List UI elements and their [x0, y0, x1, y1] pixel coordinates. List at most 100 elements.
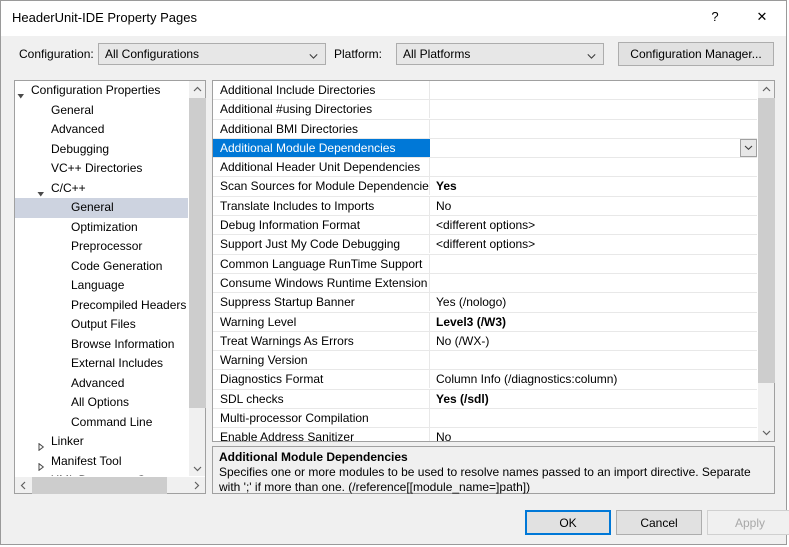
tree-item[interactable]: Debugging [15, 140, 190, 160]
tree-item[interactable]: General [15, 198, 190, 218]
expander-expanded-icon[interactable] [37, 185, 45, 196]
property-name: Additional BMI Directories [213, 119, 430, 138]
tree-item-label: External Includes [71, 356, 164, 370]
property-value [432, 120, 757, 138]
scroll-right-icon[interactable] [188, 477, 205, 494]
tree-item[interactable]: External Includes [15, 354, 190, 374]
scroll-up-icon[interactable] [189, 81, 206, 98]
property-row[interactable]: Multi-processor Compilation [213, 409, 757, 429]
expander-collapsed-icon[interactable] [37, 438, 45, 452]
tree-item[interactable]: All Options [15, 393, 190, 413]
tree-item-label: Output Files [71, 317, 136, 331]
property-row[interactable]: Additional BMI Directories [213, 119, 757, 139]
property-name: Treat Warnings As Errors [213, 331, 430, 350]
tree-item[interactable]: Manifest Tool [15, 452, 190, 472]
tree-item[interactable]: Code Generation [15, 257, 190, 277]
tree-item[interactable]: VC++ Directories [15, 159, 190, 179]
property-value: Level3 (/W3) [436, 314, 507, 329]
property-value [432, 255, 757, 273]
property-name: Diagnostics Format [213, 370, 430, 389]
apply-button[interactable]: Apply [707, 510, 789, 535]
tree-item-label: Linker [51, 434, 84, 448]
configuration-manager-button[interactable]: Configuration Manager... [618, 42, 774, 66]
tree-item[interactable]: Preprocessor [15, 237, 190, 257]
property-row[interactable]: Additional Header Unit Dependencies [213, 158, 757, 178]
scroll-up-icon[interactable] [758, 81, 775, 98]
property-value [432, 351, 757, 369]
cancel-button[interactable]: Cancel [616, 510, 702, 535]
tree-item[interactable]: Browse Information [15, 335, 190, 355]
property-row[interactable]: Additional Module Dependencies [213, 138, 757, 159]
grid-vertical-scrollbar[interactable] [757, 81, 775, 441]
property-row[interactable]: Common Language RunTime Support [213, 254, 757, 274]
property-row[interactable]: Warning Version [213, 351, 757, 371]
property-row[interactable]: Enable Address Sanitizer No [213, 428, 757, 441]
property-value: No [436, 198, 452, 213]
platform-label: Platform: [334, 47, 383, 61]
property-value-editor[interactable] [430, 138, 757, 157]
configuration-dropdown[interactable]: All Configurations [98, 43, 326, 65]
property-pages-dialog: HeaderUnit-IDE Property Pages ? ✕ Config… [0, 0, 789, 545]
tree-horizontal-scrollbar[interactable] [15, 476, 205, 494]
property-name: Suppress Startup Banner [213, 293, 430, 312]
tree-item-label: Language [71, 278, 125, 292]
property-row[interactable]: Diagnostics Format Column Info (/diagnost… [213, 370, 757, 390]
property-value-editor-text [434, 139, 757, 157]
tree-item-label: Browse Information [71, 336, 175, 351]
tree-vertical-scrollbar[interactable] [188, 81, 206, 477]
tree-item-label: Advanced [71, 375, 125, 390]
platform-dropdown[interactable]: All Platforms [396, 43, 604, 65]
tree-item[interactable]: Optimization [15, 218, 190, 238]
property-name: Translate Includes to Imports [213, 196, 430, 215]
tree-item[interactable]: General [15, 101, 190, 121]
tree-item[interactable]: Advanced [15, 120, 190, 140]
description-title: Additional Module Dependencies [219, 450, 408, 464]
property-row[interactable]: Warning Level Level3 (/W3) [213, 312, 757, 332]
ok-button[interactable]: OK [525, 510, 611, 535]
tree-item-label: Configuration Properties [31, 83, 161, 97]
close-button[interactable]: ✕ [739, 1, 785, 31]
property-row[interactable]: Treat Warnings As Errors No (/WX-) [213, 331, 757, 352]
window-title: HeaderUnit-IDE Property Pages [12, 10, 197, 25]
close-icon: ✕ [756, 8, 768, 24]
property-name: Additional Module Dependencies [213, 138, 430, 157]
scroll-down-icon[interactable] [758, 424, 775, 441]
scroll-down-icon[interactable] [189, 460, 206, 477]
expander-expanded-icon[interactable] [17, 87, 25, 99]
property-name: Additional Header Unit Dependencies [213, 158, 430, 177]
property-row[interactable]: Translate Includes to Imports No [213, 196, 757, 217]
property-name: Warning Level [213, 312, 430, 331]
tree-item[interactable]: Advanced [15, 374, 190, 394]
tree-scrollbar-thumb[interactable] [189, 98, 206, 408]
expander-collapsed-icon[interactable] [37, 458, 45, 471]
property-row[interactable]: Scan Sources for Module Dependencies Yes [213, 177, 757, 197]
property-value [432, 81, 757, 99]
property-value: <different options> [436, 218, 536, 233]
tree-item[interactable]: C/C++ [15, 179, 190, 199]
grid-scrollbar-thumb[interactable] [758, 98, 775, 383]
scroll-left-icon[interactable] [15, 477, 32, 494]
property-value: Yes (/nologo) [436, 295, 507, 310]
property-name: Scan Sources for Module Dependencies [213, 177, 430, 196]
property-value-dropdown-button[interactable] [740, 138, 757, 157]
configuration-properties-tree: Configuration Properties General Advanced D… [14, 80, 206, 494]
property-row[interactable]: Support Just My Code Debugging <different… [213, 235, 757, 255]
tree-item[interactable]: Output Files [15, 315, 190, 335]
tree-item-label: VC++ Directories [51, 161, 143, 175]
tree-item[interactable]: Command Line [15, 413, 190, 433]
tree-item[interactable]: Language [15, 276, 190, 296]
property-row[interactable]: Additional #using Directories [213, 100, 757, 120]
tree-item[interactable]: Linker [15, 432, 190, 452]
property-row[interactable]: SDL checks Yes (/sdl) [213, 389, 757, 410]
property-row[interactable]: Additional Include Directories [213, 81, 757, 101]
tree-item[interactable]: Configuration Properties [15, 81, 190, 101]
tree-item-label: General [71, 200, 114, 214]
tree-item-label: C/C++ [51, 180, 86, 195]
tree-item-label: All Options [71, 395, 130, 409]
property-row[interactable]: Debug Information Format <different optio… [213, 216, 757, 236]
tree-item[interactable]: Precompiled Headers [15, 296, 190, 316]
property-row[interactable]: Consume Windows Runtime Extension [213, 273, 757, 294]
help-button[interactable]: ? [692, 1, 738, 31]
property-row[interactable]: Suppress Startup Banner Yes (/nologo) [213, 293, 757, 313]
tree-hscrollbar-thumb[interactable] [32, 477, 167, 494]
